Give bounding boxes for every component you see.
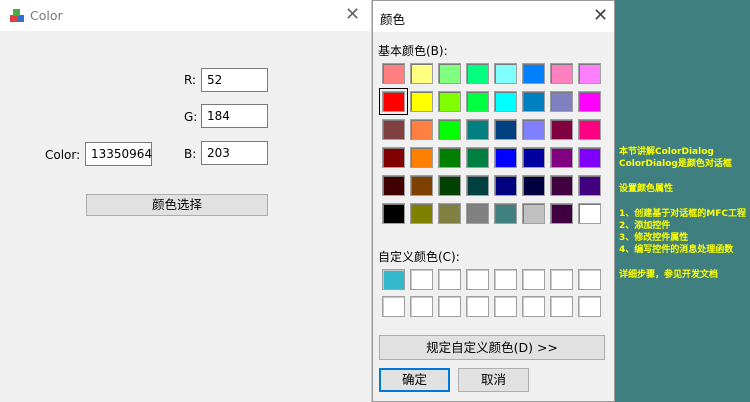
cancel-button[interactable]: 取消 xyxy=(458,368,529,392)
custom-color-swatch[interactable] xyxy=(494,296,517,317)
basic-color-swatch[interactable] xyxy=(494,203,517,224)
basic-color-swatch[interactable] xyxy=(438,63,461,84)
custom-color-swatch[interactable] xyxy=(410,296,433,317)
basic-color-swatch[interactable] xyxy=(578,63,601,84)
basic-color-swatch[interactable] xyxy=(438,91,461,112)
custom-colors-label: 自定义颜色(C): xyxy=(378,250,460,264)
basic-color-swatch[interactable] xyxy=(438,203,461,224)
basic-color-swatch[interactable] xyxy=(410,119,433,140)
basic-color-swatch[interactable] xyxy=(578,203,601,224)
basic-color-swatch[interactable] xyxy=(522,203,545,224)
basic-color-swatch[interactable] xyxy=(382,203,405,224)
basic-color-swatch[interactable] xyxy=(522,147,545,168)
custom-color-swatch[interactable] xyxy=(550,269,573,290)
basic-color-swatch[interactable] xyxy=(522,175,545,196)
basic-color-swatch[interactable] xyxy=(438,147,461,168)
note-line: 2、添加控件 xyxy=(619,220,671,231)
basic-color-swatch[interactable] xyxy=(466,147,489,168)
note-line: 4、编写控件的消息处理函数 xyxy=(619,245,734,256)
color-value-input[interactable]: 13350964 xyxy=(85,142,152,166)
define-custom-colors-button[interactable]: 规定自定义颜色(D) >> xyxy=(379,335,605,360)
custom-color-swatch[interactable] xyxy=(466,269,489,290)
basic-color-swatch[interactable] xyxy=(494,119,517,140)
custom-color-swatch[interactable] xyxy=(410,269,433,290)
custom-color-swatch[interactable] xyxy=(578,296,601,317)
b-label: B: xyxy=(184,147,197,161)
g-label: G: xyxy=(184,110,198,124)
basic-color-swatch[interactable] xyxy=(466,91,489,112)
basic-color-swatch[interactable] xyxy=(410,63,433,84)
b-input[interactable]: 203 xyxy=(201,141,268,165)
custom-color-swatch[interactable] xyxy=(382,296,405,317)
basic-color-swatch[interactable] xyxy=(466,175,489,196)
choose-color-button[interactable]: 颜色选择 xyxy=(86,194,268,216)
basic-colors-label: 基本颜色(B): xyxy=(378,44,448,58)
basic-color-swatch[interactable] xyxy=(382,175,405,196)
basic-color-swatch[interactable] xyxy=(578,175,601,196)
basic-color-swatch[interactable] xyxy=(550,63,573,84)
basic-color-swatch[interactable] xyxy=(382,63,405,84)
basic-color-swatch[interactable] xyxy=(438,175,461,196)
dialog-titlebar[interactable]: 颜色 ✕ xyxy=(373,1,614,32)
main-titlebar[interactable]: Color ✕ xyxy=(0,0,371,31)
dialog-close-icon[interactable]: ✕ xyxy=(593,7,608,25)
custom-color-swatch[interactable] xyxy=(382,269,405,290)
basic-color-swatch[interactable] xyxy=(382,119,405,140)
custom-color-swatch[interactable] xyxy=(494,269,517,290)
basic-color-swatch[interactable] xyxy=(379,88,408,115)
ok-button[interactable]: 确定 xyxy=(379,368,450,392)
notes-panel: 本节讲解ColorDialog ColorDialog是颜色对话框 设置颜色属性 1、… xyxy=(615,0,750,402)
custom-color-swatch[interactable] xyxy=(438,269,461,290)
basic-color-swatch[interactable] xyxy=(494,147,517,168)
note-line: 1、创建基于对话框的MFC工程 xyxy=(619,208,746,219)
custom-color-swatch[interactable] xyxy=(466,296,489,317)
basic-color-swatch[interactable] xyxy=(578,119,601,140)
basic-color-swatch[interactable] xyxy=(550,91,573,112)
window-title: Color xyxy=(30,8,63,23)
dialog-title: 颜色 xyxy=(380,12,406,27)
basic-color-swatch[interactable] xyxy=(410,91,433,112)
basic-color-swatch[interactable] xyxy=(466,63,489,84)
r-input[interactable]: 52 xyxy=(201,68,268,92)
basic-color-swatch[interactable] xyxy=(550,175,573,196)
basic-color-swatch[interactable] xyxy=(466,203,489,224)
basic-color-swatch[interactable] xyxy=(522,63,545,84)
basic-color-swatch[interactable] xyxy=(410,203,433,224)
close-icon[interactable]: ✕ xyxy=(345,6,360,24)
basic-color-swatch[interactable] xyxy=(438,119,461,140)
basic-color-swatch[interactable] xyxy=(494,91,517,112)
custom-color-swatch[interactable] xyxy=(578,269,601,290)
basic-color-swatch[interactable] xyxy=(466,119,489,140)
note-line: 3、修改控件属性 xyxy=(619,233,689,244)
custom-color-swatch[interactable] xyxy=(550,296,573,317)
basic-color-swatch[interactable] xyxy=(410,175,433,196)
note-line: 设置颜色属性 xyxy=(619,183,674,194)
basic-color-swatch[interactable] xyxy=(550,203,573,224)
app-icon xyxy=(10,9,24,22)
basic-color-swatch[interactable] xyxy=(550,147,573,168)
basic-color-swatch[interactable] xyxy=(494,175,517,196)
basic-color-swatch[interactable] xyxy=(494,63,517,84)
main-window: Color ✕ R: 52 G: 184 B: 203 Color: 13350… xyxy=(0,0,372,402)
color-label: Color: xyxy=(45,148,81,162)
g-input[interactable]: 184 xyxy=(201,104,268,128)
note-line: 详细步骤，参见开发文档 xyxy=(619,270,719,280)
basic-color-swatch[interactable] xyxy=(382,147,405,168)
note-line: ColorDialog是颜色对话框 xyxy=(619,159,732,170)
custom-color-swatch[interactable] xyxy=(522,269,545,290)
basic-color-swatch[interactable] xyxy=(522,119,545,140)
basic-color-swatch[interactable] xyxy=(522,91,545,112)
note-line: 本节讲解ColorDialog xyxy=(619,147,714,157)
basic-color-swatch[interactable] xyxy=(578,147,601,168)
basic-color-swatch[interactable] xyxy=(410,147,433,168)
custom-color-swatch[interactable] xyxy=(522,296,545,317)
basic-color-swatch[interactable] xyxy=(550,119,573,140)
color-dialog: 颜色 ✕ 基本颜色(B): 自定义颜色(C): 规定自定义颜色(D) >> 确定… xyxy=(372,0,615,402)
r-label: R: xyxy=(184,73,197,87)
custom-color-swatch[interactable] xyxy=(438,296,461,317)
basic-color-swatch[interactable] xyxy=(578,91,601,112)
